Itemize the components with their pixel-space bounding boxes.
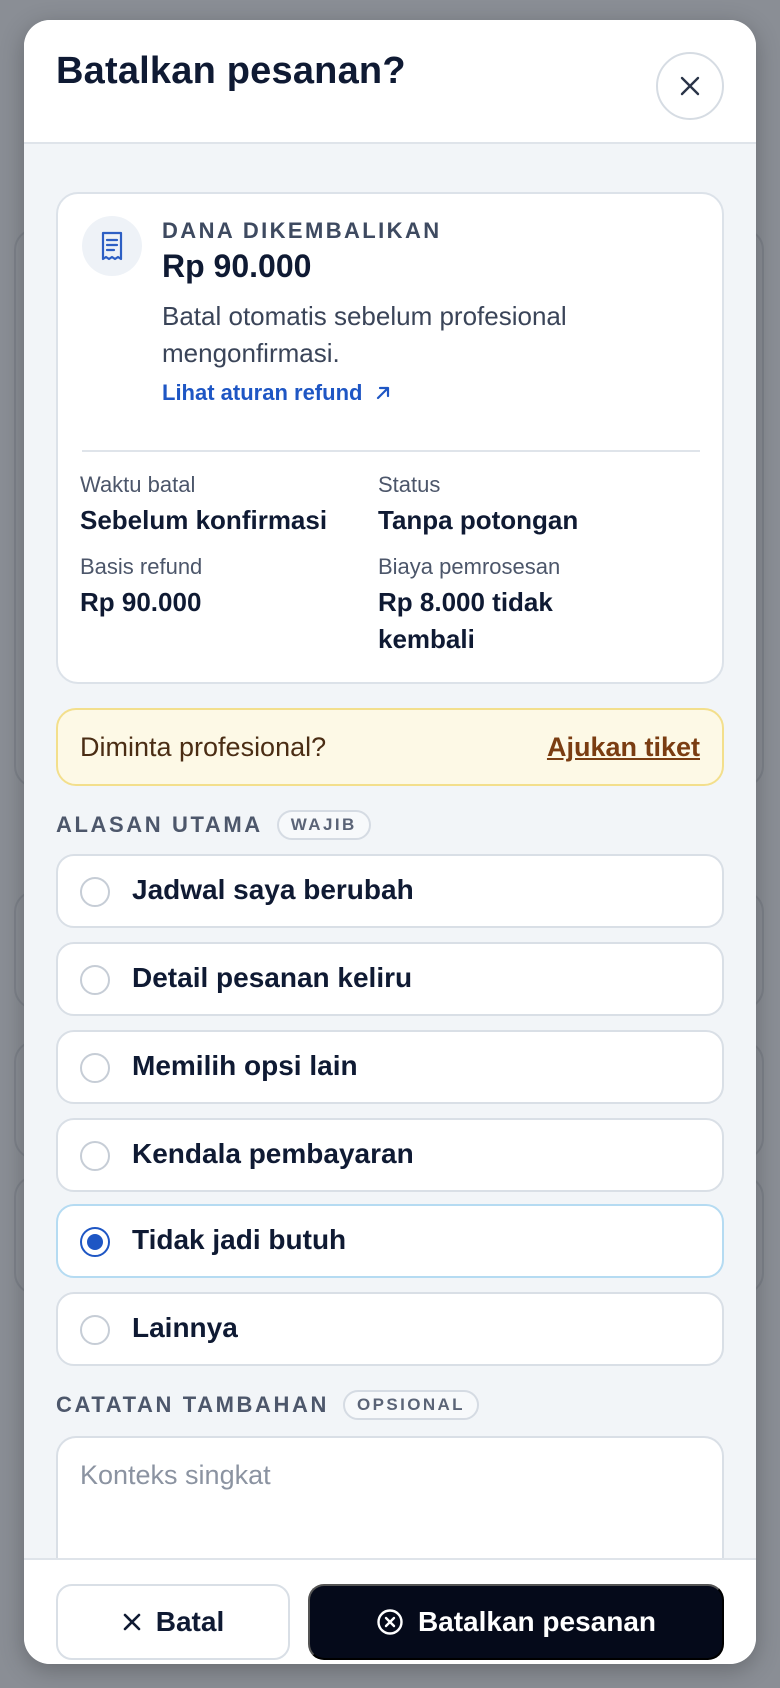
dialog-header: Batalkan pesanan? <box>24 20 756 144</box>
refund-summary-card: DANA DIKEMBALIKAN Rp 90.000 Batal otomat… <box>56 192 724 684</box>
stat-refund-basis: Basis refund Rp 90.000 <box>80 532 202 621</box>
reason-option[interactable]: Kendala pembayaran <box>56 1118 724 1192</box>
close-button[interactable] <box>656 52 724 120</box>
reason-option-label: Memilih opsi lain <box>132 1050 358 1081</box>
radio-button[interactable] <box>80 1141 110 1171</box>
radio-button[interactable] <box>80 965 110 995</box>
receipt-icon-wrapper <box>82 216 142 276</box>
reason-option-label: Jadwal saya berubah <box>132 874 414 905</box>
reason-option-selected[interactable]: Tidak jadi butuh <box>56 1204 724 1278</box>
note-label: CATATAN TAMBAHAN <box>56 1392 329 1417</box>
stat-label: Status <box>378 472 441 497</box>
reason-option[interactable]: Memilih opsi lain <box>56 1030 724 1104</box>
stat-value: Rp 8.000 tidak kembali <box>378 587 553 654</box>
reason-option-label: Tidak jadi butuh <box>132 1224 347 1255</box>
radio-button[interactable] <box>80 1315 110 1345</box>
refund-policy-link[interactable]: Lihat aturan refund <box>162 380 392 406</box>
receipt-icon <box>101 231 123 261</box>
dialog-footer: Batal Batalkan pesanan <box>24 1558 756 1664</box>
reason-option-label: Detail pesanan keliru <box>132 962 413 993</box>
confirm-cancel-order-button[interactable]: Batalkan pesanan <box>308 1584 724 1660</box>
refund-amount: Rp 90.000 <box>162 248 312 284</box>
note-section-label: CATATAN TAMBAHAN OPSIONAL <box>56 1390 479 1420</box>
ticket-banner: Diminta profesional? Ajukan tiket <box>56 708 724 786</box>
refund-label: DANA DIKEMBALIKAN <box>162 218 442 243</box>
required-badge: WAJIB <box>276 810 371 840</box>
cancel-order-dialog: Batalkan pesanan? DANA DIKEMBALIKAN Rp 9… <box>24 20 756 1664</box>
reason-option[interactable]: Jadwal saya berubah <box>56 854 724 928</box>
stat-label: Biaya pemrosesan <box>378 554 561 579</box>
x-icon <box>123 1613 141 1631</box>
refund-policy-link-label: Lihat aturan refund <box>162 380 363 405</box>
stat-label: Basis refund <box>80 554 203 579</box>
reason-option[interactable]: Detail pesanan keliru <box>56 942 724 1016</box>
close-icon <box>680 76 700 96</box>
radio-button[interactable] <box>80 1053 110 1083</box>
submit-ticket-link[interactable]: Ajukan tiket <box>547 732 700 763</box>
arrow-up-right-icon <box>377 386 390 400</box>
stat-value: Rp 90.000 <box>80 587 202 617</box>
cancel-button[interactable]: Batal <box>56 1584 290 1660</box>
reason-label: ALASAN UTAMA <box>56 812 263 837</box>
stat-label: Waktu batal <box>80 472 196 497</box>
dialog-body[interactable]: DANA DIKEMBALIKAN Rp 90.000 Batal otomat… <box>24 146 756 1558</box>
stat-processing-fee: Biaya pemrosesan Rp 8.000 tidak kembali <box>378 532 608 658</box>
reason-option-label: Lainnya <box>132 1312 238 1343</box>
x-circle-icon <box>377 1609 403 1635</box>
note-textarea[interactable] <box>58 1438 722 1558</box>
ticket-banner-text: Diminta profesional? <box>80 732 327 762</box>
dialog-title: Batalkan pesanan? <box>56 50 406 92</box>
reason-option[interactable]: Lainnya <box>56 1292 724 1366</box>
radio-button-checked[interactable] <box>80 1227 110 1257</box>
reason-option-label: Kendala pembayaran <box>132 1138 414 1169</box>
note-field[interactable] <box>56 1436 724 1558</box>
radio-button[interactable] <box>80 877 110 907</box>
stat-cancel-time: Waktu batal Sebelum konfirmasi <box>80 450 327 539</box>
confirm-button-label: Batalkan pesanan <box>417 1606 657 1637</box>
reason-section-label: ALASAN UTAMA WAJIB <box>56 810 371 840</box>
stat-status: Status Tanpa potongan <box>378 450 678 539</box>
cancel-button-label: Batal <box>155 1606 225 1637</box>
optional-badge: OPSIONAL <box>342 1390 479 1420</box>
refund-description: Batal otomatis sebelum profesional mengo… <box>162 301 567 368</box>
